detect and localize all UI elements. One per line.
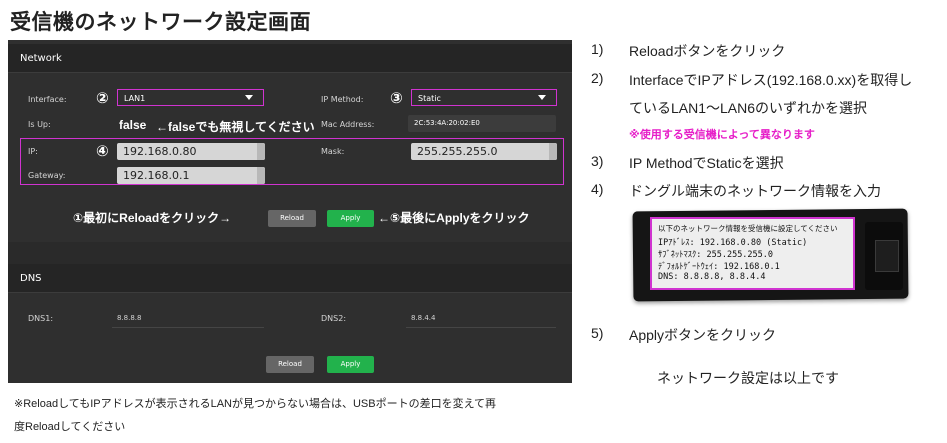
dns-reload-button[interactable]: Reload xyxy=(266,356,314,373)
reload-button[interactable]: Reload xyxy=(268,210,316,227)
gateway-value: 192.168.0.1 xyxy=(123,169,190,182)
step-3-number: 3) xyxy=(591,153,604,169)
step-5-number: 5) xyxy=(591,325,604,341)
dns1-label: DNS1: xyxy=(28,314,54,323)
step-2-note: ※使用する受信機によって異なります xyxy=(629,129,815,141)
step-2-text: InterfaceでIPアドレス(192.168.0.xx)を取得し xyxy=(629,72,913,88)
reload-annotation: ①最初にReloadをクリック→ xyxy=(73,211,232,225)
dns2-value[interactable]: 8.8.4.4 xyxy=(411,314,436,322)
is-up-note: ←falseでも無視してください xyxy=(156,120,315,134)
network-section-header: Network xyxy=(8,44,572,73)
step-1-text: Reloadボタンをクリック xyxy=(629,43,786,59)
gateway-field[interactable]: 192.168.0.1 xyxy=(117,167,265,184)
dongle-screen: 以下のネットワーク情報を受信機に設定してください IPｱﾄﾞﾚｽ: 192.16… xyxy=(650,217,855,290)
section-spacer xyxy=(8,242,572,264)
mac-address-label: Mac Address: xyxy=(321,120,375,129)
mask-field[interactable]: 255.255.255.0 xyxy=(411,143,557,160)
step-marker-2: ② xyxy=(96,90,109,107)
field-edge xyxy=(257,167,265,184)
interface-select[interactable]: LAN1 xyxy=(117,89,264,106)
step-5-text: Applyボタンをクリック xyxy=(629,327,777,343)
dns2-label: DNS2: xyxy=(321,314,347,323)
ip-label: IP: xyxy=(28,147,38,156)
gateway-label: Gateway: xyxy=(28,171,66,180)
dongle-screen-line-5: DNS: 8.8.8.8, 8.8.4.4 xyxy=(658,272,766,282)
apply-annotation: ←⑤最後にApplyをクリック xyxy=(378,211,530,225)
dongle-screen-line-3: ｻﾌﾞﾈｯﾄﾏｽｸ: 255.255.255.0 xyxy=(658,250,774,260)
dongle-screen-line-1: 以下のネットワーク情報を受信機に設定してください xyxy=(658,224,838,233)
dns1-underline xyxy=(112,327,264,328)
dns-apply-button[interactable]: Apply xyxy=(327,356,374,373)
dns2-underline xyxy=(406,327,556,328)
receiver-settings-screenshot: Network Interface: ② LAN1 IP Method: ③ S… xyxy=(8,40,572,383)
dns1-value[interactable]: 8.8.8.8 xyxy=(117,314,142,322)
step-marker-3: ③ xyxy=(390,90,403,107)
mask-value: 255.255.255.0 xyxy=(417,145,498,158)
step-4-text: ドングル端末のネットワーク情報を入力 xyxy=(629,183,881,199)
step-marker-4: ④ xyxy=(96,143,109,160)
dongle-screen-line-2: IPｱﾄﾞﾚｽ: 192.168.0.80 (Static) xyxy=(658,238,808,248)
dns-section-title: DNS xyxy=(20,273,42,284)
is-up-value: false xyxy=(119,118,147,132)
is-up-label: Is Up: xyxy=(28,120,51,129)
ip-method-select[interactable]: Static xyxy=(411,89,557,106)
mac-address-field: 2C:53:4A:20:02:E0 xyxy=(408,115,556,132)
field-edge xyxy=(257,143,265,160)
page-title: 受信機のネットワーク設定画面 xyxy=(10,11,311,34)
chevron-down-icon xyxy=(538,95,546,100)
step-3-text: IP MethodでStaticを選択 xyxy=(629,155,784,171)
footnote-line-2: 度Reloadしてください xyxy=(14,421,126,433)
mask-label: Mask: xyxy=(321,147,345,156)
step-2-number: 2) xyxy=(591,70,604,86)
network-section-title: Network xyxy=(20,53,62,64)
usb-port xyxy=(875,240,899,272)
dongle-usb-cap xyxy=(865,222,903,290)
ip-field[interactable]: 192.168.0.80 xyxy=(117,143,265,160)
footnote-line-1: ※ReloadしてもIPアドレスが表示されるLANが見つからない場合は、USBポ… xyxy=(14,398,497,410)
interface-select-value: LAN1 xyxy=(124,94,146,103)
step-2-text-cont: ているLAN1～LAN6のいずれかを選択 xyxy=(629,100,868,116)
dongle-screen-line-4: ﾃﾞﾌｫﾙﾄｹﾞｰﾄｳｪｲ: 192.168.0.1 xyxy=(658,262,780,272)
closing-text: ネットワーク設定は以上です xyxy=(657,370,839,386)
apply-button[interactable]: Apply xyxy=(327,210,374,227)
step-4-number: 4) xyxy=(591,181,604,197)
step-1-number: 1) xyxy=(591,41,604,57)
interface-label: Interface: xyxy=(28,95,67,104)
chevron-down-icon xyxy=(245,95,253,100)
dns-section-header: DNS xyxy=(8,264,572,293)
field-edge xyxy=(549,143,557,160)
ip-method-label: IP Method: xyxy=(321,95,364,104)
mac-address-value: 2C:53:4A:20:02:E0 xyxy=(414,119,480,127)
ip-value: 192.168.0.80 xyxy=(123,145,197,158)
ip-method-select-value: Static xyxy=(418,94,441,103)
